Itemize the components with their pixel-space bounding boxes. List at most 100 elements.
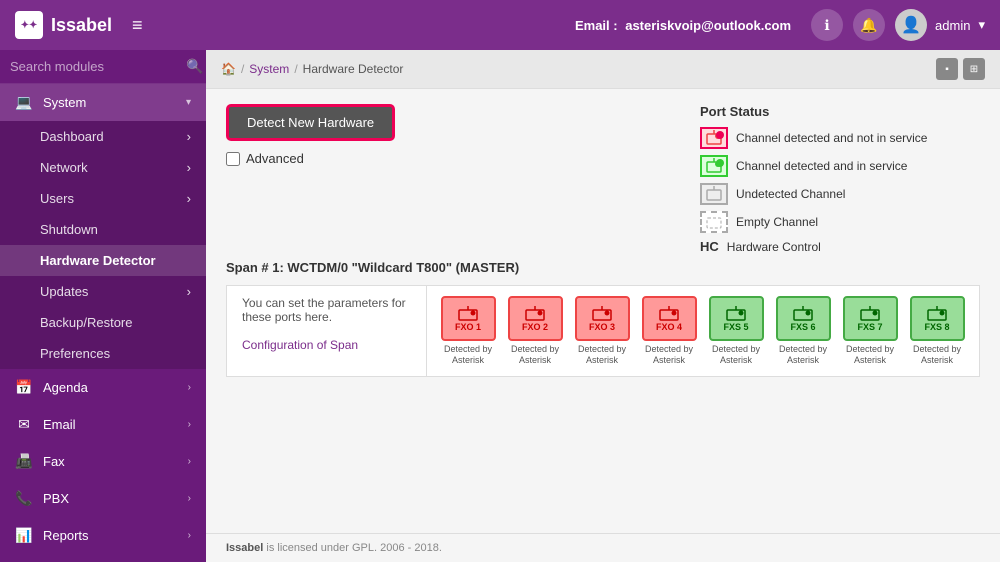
logo: ✦✦ Issabel [15, 11, 112, 39]
sidebar-item-label-network: Network [40, 160, 88, 175]
breadcrumb-home-icon[interactable]: 🏠 [221, 62, 236, 76]
sidebar-search-bar[interactable]: 🔍 [0, 50, 206, 84]
sidebar-item-extras[interactable]: ➕ Extras › [0, 554, 206, 562]
port-fxo-1[interactable]: FXO 1 Detected byAsterisk [437, 296, 499, 366]
sidebar-item-users[interactable]: Users › [0, 183, 206, 214]
sidebar-item-backup-restore[interactable]: Backup/Restore [0, 307, 206, 338]
bell-icon-button[interactable]: 🔔 [853, 9, 885, 41]
fax-icon: 📠 [15, 453, 33, 470]
legend-gray-icon [700, 183, 728, 205]
legend-green-icon [700, 155, 728, 177]
sidebar-item-shutdown[interactable]: Shutdown [0, 214, 206, 245]
topbar: ✦✦ Issabel ≡ Email : asteriskvoip@outloo… [0, 0, 1000, 50]
span-ports: FXO 1 Detected byAsterisk FXO 2 Detected… [427, 286, 978, 376]
port-fxs-7[interactable]: FXS 7 Detected byAsterisk [839, 296, 901, 366]
legend-item-green: Channel detected and in service [700, 155, 980, 177]
port-box-fxs-6: FXS 6 [776, 296, 831, 341]
port-fxs-5[interactable]: FXS 5 Detected byAsterisk [705, 296, 767, 366]
sidebar-item-pbx[interactable]: 📞 PBX › [0, 480, 206, 517]
port-label-fxo-3: Detected byAsterisk [578, 344, 626, 366]
page-action-btn-1[interactable]: ▪ [936, 58, 958, 80]
sidebar-item-label-email: Email [43, 417, 76, 432]
system-icon: 💻 [15, 94, 33, 111]
port-box-fxs-8: FXS 8 [910, 296, 965, 341]
sidebar-item-network[interactable]: Network › [0, 152, 206, 183]
legend-item-gray: Undetected Channel [700, 183, 980, 205]
agenda-icon: 📅 [15, 379, 33, 396]
legend-item-hc: HC Hardware Control [700, 239, 980, 254]
page-action-btn-2[interactable]: ⊞ [963, 58, 985, 80]
legend-item-red: Channel detected and not in service [700, 127, 980, 149]
topbar-icons: ℹ 🔔 [811, 9, 885, 41]
port-box-fxs-7: FXS 7 [843, 296, 898, 341]
search-icon: 🔍 [186, 58, 203, 75]
pbx-icon: 📞 [15, 490, 33, 507]
breadcrumb-system-link[interactable]: System [249, 62, 289, 76]
content-area: 🏠 / System / Hardware Detector ▪ ⊞ Port … [206, 50, 1000, 562]
info-icon-button[interactable]: ℹ [811, 9, 843, 41]
sidebar-item-label-agenda: Agenda [43, 380, 88, 395]
span-header: Span # 1: WCTDM/0 "Wildcard T800" (MASTE… [226, 260, 980, 275]
span-row: You can set the parameters for these por… [226, 285, 980, 377]
email-icon: ✉ [15, 416, 33, 433]
sidebar-item-system[interactable]: 💻 System ▾ [0, 84, 206, 121]
footer-text: is licensed under GPL. 2006 - 2018. [263, 542, 442, 554]
chevron-right-icon: › [188, 493, 191, 504]
chevron-right-icon: › [187, 160, 191, 175]
menu-toggle-icon[interactable]: ≡ [132, 15, 143, 36]
chevron-right-icon: › [187, 191, 191, 206]
advanced-label[interactable]: Advanced [246, 151, 304, 166]
chevron-right-icon: › [188, 456, 191, 467]
sidebar-item-agenda[interactable]: 📅 Agenda › [0, 369, 206, 406]
reports-icon: 📊 [15, 527, 33, 544]
chevron-right-icon: › [188, 530, 191, 541]
content-footer: Issabel is licensed under GPL. 2006 - 20… [206, 533, 1000, 562]
port-box-fxo-1: FXO 1 [441, 296, 496, 341]
port-label-fxo-1: Detected byAsterisk [444, 344, 492, 366]
user-menu[interactable]: 👤 admin ▾ [895, 9, 985, 41]
search-input[interactable] [10, 59, 186, 74]
port-label-fxo-2: Detected byAsterisk [511, 344, 559, 366]
sidebar-item-label-pbx: PBX [43, 491, 69, 506]
avatar: 👤 [895, 9, 927, 41]
port-box-fxo-4: FXO 4 [642, 296, 697, 341]
breadcrumb-actions: ▪ ⊞ [936, 58, 985, 80]
span-config-link[interactable]: Configuration of Span [242, 338, 358, 352]
sidebar-item-dashboard[interactable]: Dashboard › [0, 121, 206, 152]
span-description: You can set the parameters for these por… [227, 286, 427, 376]
port-status-title: Port Status [700, 104, 980, 119]
port-label-fxs-7: Detected byAsterisk [846, 344, 894, 366]
port-label-fxo-4: Detected byAsterisk [645, 344, 693, 366]
sidebar-item-preferences[interactable]: Preferences [0, 338, 206, 369]
port-box-fxs-5: FXS 5 [709, 296, 764, 341]
sidebar-item-label-dashboard: Dashboard [40, 129, 104, 144]
chevron-right-icon: › [188, 382, 191, 393]
sidebar-item-label-shutdown: Shutdown [40, 222, 98, 237]
chevron-down-icon: ▾ [186, 97, 191, 108]
sidebar-item-email[interactable]: ✉ Email › [0, 406, 206, 443]
sidebar-item-reports[interactable]: 📊 Reports › [0, 517, 206, 554]
port-fxs-8[interactable]: FXS 8 Detected byAsterisk [906, 296, 968, 366]
legend-item-empty: Empty Channel [700, 211, 980, 233]
sidebar-item-updates[interactable]: Updates › [0, 276, 206, 307]
port-fxo-4[interactable]: FXO 4 Detected byAsterisk [638, 296, 700, 366]
sidebar-item-label-preferences: Preferences [40, 346, 110, 361]
logo-text: Issabel [51, 15, 112, 36]
sidebar: 🔍 💻 System ▾ Dashboard › Network › Users… [0, 50, 206, 562]
port-fxo-3[interactable]: FXO 3 Detected byAsterisk [571, 296, 633, 366]
port-box-fxo-2: FXO 2 [508, 296, 563, 341]
sidebar-item-hardware-detector[interactable]: Hardware Detector [0, 245, 206, 276]
span-desc-text: You can set the parameters for these por… [242, 296, 406, 324]
chevron-right-icon: › [187, 129, 191, 144]
topbar-email: Email : asteriskvoip@outlook.com [575, 18, 791, 33]
port-fxs-6[interactable]: FXS 6 Detected byAsterisk [772, 296, 834, 366]
breadcrumb: 🏠 / System / Hardware Detector ▪ ⊞ [206, 50, 1000, 89]
port-fxo-2[interactable]: FXO 2 Detected byAsterisk [504, 296, 566, 366]
sidebar-item-label-updates: Updates [40, 284, 88, 299]
sidebar-item-label-backup-restore: Backup/Restore [40, 315, 133, 330]
detect-new-hardware-button[interactable]: Detect New Hardware [226, 104, 395, 141]
system-submenu: Dashboard › Network › Users › Shutdown H… [0, 121, 206, 369]
sidebar-item-fax[interactable]: 📠 Fax › [0, 443, 206, 480]
advanced-checkbox[interactable] [226, 152, 240, 166]
legend-empty-icon [700, 211, 728, 233]
